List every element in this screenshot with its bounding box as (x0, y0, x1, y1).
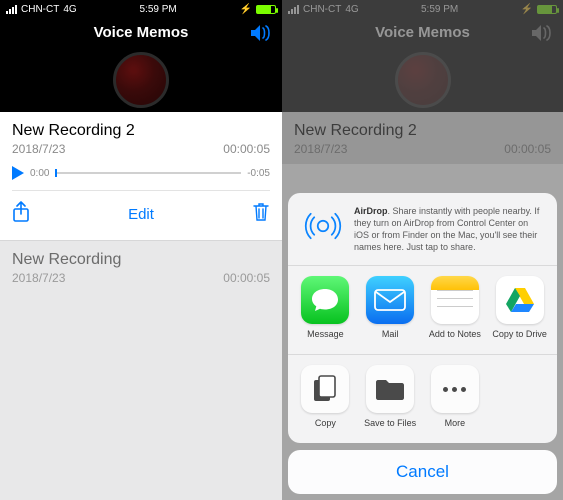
recording-date: 2018/7/23 (12, 271, 65, 285)
share-action-save-files[interactable]: Save to Files (361, 365, 420, 429)
notes-icon (431, 276, 479, 324)
recording-item-expanded[interactable]: New Recording 2 2018/7/23 00:00:05 0:00 … (0, 112, 282, 240)
more-icon (431, 365, 479, 413)
share-app-drive[interactable]: Copy to Drive (490, 276, 549, 340)
charging-icon: ⚡ (240, 4, 252, 15)
app-header: Voice Memos (0, 18, 282, 112)
recording-item[interactable]: New Recording 2018/7/23 00:00:05 (0, 240, 282, 295)
scrubber[interactable] (55, 172, 241, 174)
carrier-label: CHN-CT (21, 4, 59, 15)
play-button[interactable] (12, 166, 24, 180)
share-action-more[interactable]: More (426, 365, 485, 429)
record-button[interactable] (113, 52, 169, 108)
signal-icon (6, 5, 17, 14)
share-app-mail[interactable]: Mail (361, 276, 420, 340)
recording-date: 2018/7/23 (12, 142, 65, 156)
battery-icon (256, 5, 276, 14)
mail-icon (366, 276, 414, 324)
copy-icon (301, 365, 349, 413)
time-label: 5:59 PM (139, 4, 176, 15)
share-app-message[interactable]: Message (296, 276, 355, 340)
recording-length: 00:00:05 (223, 271, 270, 285)
folder-icon (366, 365, 414, 413)
recording-title: New Recording 2 (12, 122, 270, 140)
share-app-notes[interactable]: Add to Notes (426, 276, 485, 340)
speaker-button[interactable] (250, 24, 272, 47)
airdrop-row[interactable]: AirDrop. Share instantly with people nea… (288, 193, 557, 266)
elapsed-label: 0:00 (30, 168, 49, 179)
remaining-label: -0:05 (247, 168, 270, 179)
airdrop-description: AirDrop. Share instantly with people nea… (354, 205, 543, 254)
app-title: Voice Memos (0, 18, 282, 41)
share-sheet: AirDrop. Share instantly with people nea… (288, 193, 557, 494)
recording-length: 00:00:05 (223, 142, 270, 156)
airdrop-icon (302, 205, 344, 247)
share-action-copy[interactable]: Copy (296, 365, 355, 429)
status-bar: CHN-CT 4G 5:59 PM ⚡ (0, 0, 282, 18)
trash-button[interactable] (252, 202, 270, 227)
recording-title: New Recording (12, 251, 270, 269)
edit-button[interactable]: Edit (128, 206, 154, 223)
drive-icon (496, 276, 544, 324)
message-icon (301, 276, 349, 324)
share-button[interactable] (12, 201, 30, 228)
cancel-button[interactable]: Cancel (288, 450, 557, 494)
network-label: 4G (63, 4, 76, 15)
